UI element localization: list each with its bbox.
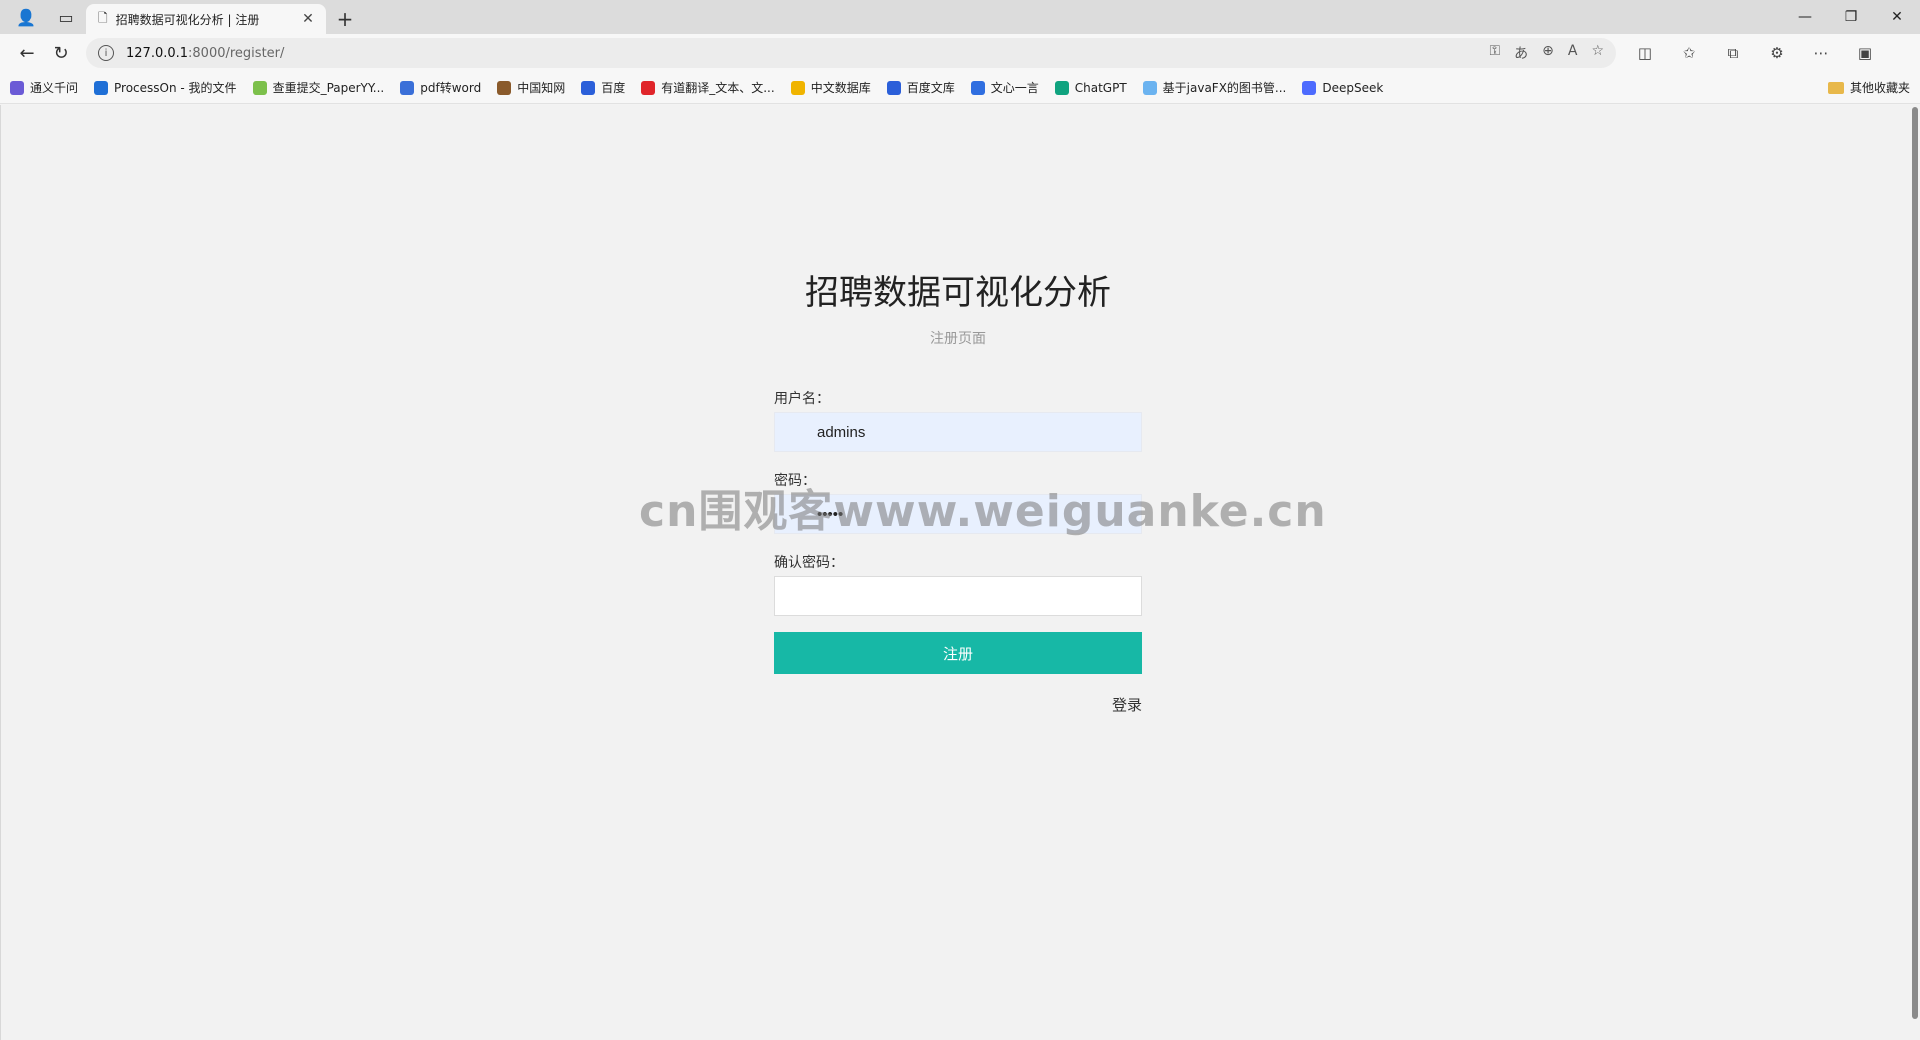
bookmark-item[interactable]: 中文数据库 <box>790 79 871 96</box>
bookmark-item[interactable]: ChatGPT <box>1054 80 1127 95</box>
profile-icon[interactable]: 👤 <box>10 3 42 31</box>
bookmarks-bar: 通义千问 ProcessOn - 我的文件 查重提交_PaperYY... pdf转w… <box>0 72 1920 104</box>
tab-register[interactable]: 🗋 招聘数据可视化分析 | 注册 ✕ <box>86 4 326 34</box>
page-subtitle: 注册页面 <box>930 331 986 347</box>
bookmark-item[interactable]: DeepSeek <box>1302 80 1384 95</box>
bookmark-favicon-icon <box>10 80 24 95</box>
page-icon: 🗋 <box>98 10 108 25</box>
bookmark-label: 中文数据库 <box>810 81 871 95</box>
tab-title: 招聘数据可视化分析 | 注册 <box>115 12 260 27</box>
username-label: 用户名： <box>774 391 830 407</box>
browser-toolbar: ← ↻ i 127.0.0.1 :8000/register/ ⚿ あ ⊕ A … <box>0 34 1920 72</box>
site-info-icon[interactable]: i <box>98 45 114 61</box>
password-input[interactable] <box>774 494 1142 534</box>
bookmark-favicon-icon <box>400 80 415 95</box>
confirm-password-input[interactable] <box>774 576 1142 616</box>
bookmark-favicon-icon <box>886 80 901 95</box>
reload-button[interactable]: ↻ <box>44 38 78 68</box>
close-tab-icon[interactable]: ✕ <box>298 11 318 27</box>
back-button[interactable]: ← <box>10 38 44 68</box>
bookmark-favicon-icon <box>252 80 267 95</box>
register-form: 招聘数据可视化分析 注册页面 用户名： 密码： 确认密码： 注册 登录 <box>774 265 1142 715</box>
url-path: :8000/register/ <box>188 45 285 61</box>
bookmark-favicon-icon <box>641 80 656 95</box>
bookmark-label: ProcessOn - 我的文件 <box>114 81 237 95</box>
bookmark-label: 有道翻译_文本、文... <box>661 81 775 95</box>
tab-strip: 👤 ▭ 🗋 招聘数据可视化分析 | 注册 ✕ + — ❐ ✕ <box>0 0 1920 34</box>
page-title: 招聘数据可视化分析 <box>805 273 1111 313</box>
zoom-icon[interactable]: ⊕ <box>1542 43 1554 63</box>
page-viewport: 招聘数据可视化分析 注册页面 用户名： 密码： 确认密码： 注册 登录 cn围观… <box>0 105 1920 1040</box>
username-input[interactable] <box>774 412 1142 452</box>
read-aloud-icon[interactable]: A <box>1568 43 1578 63</box>
confirm-password-label: 确认密码： <box>774 555 844 571</box>
bookmark-label: 文心一言 <box>990 81 1039 95</box>
bookmark-item[interactable]: 查重提交_PaperYY... <box>252 79 385 96</box>
url-host: 127.0.0.1 <box>126 45 189 61</box>
bookmark-item[interactable]: pdf转word <box>400 79 481 96</box>
bookmark-item[interactable]: 中国知网 <box>497 79 565 96</box>
bookmark-favicon-icon <box>970 80 985 95</box>
bookmark-label: 百度文库 <box>906 81 955 95</box>
collections-icon[interactable]: ⧉ <box>1716 44 1750 62</box>
extensions-icon[interactable]: ⚙ <box>1760 44 1794 62</box>
bookmark-label: ChatGPT <box>1074 80 1127 95</box>
bookmark-label: 中国知网 <box>517 81 566 95</box>
bookmark-item[interactable]: ProcessOn - 我的文件 <box>94 79 237 96</box>
bookmark-label: 基于javaFX的图书管... <box>1162 81 1287 95</box>
bookmark-favicon-icon <box>94 80 109 95</box>
bookmark-item[interactable]: 基于javaFX的图书管... <box>1142 79 1287 96</box>
more-menu-icon[interactable]: ⋯ <box>1804 44 1838 62</box>
bookmark-label: 通义千问 <box>30 81 79 95</box>
folder-icon <box>1827 81 1844 94</box>
bookmark-favicon-icon <box>581 80 596 95</box>
bookmark-favicon-icon <box>1054 80 1069 95</box>
restore-button[interactable]: ❐ <box>1828 0 1874 34</box>
bookmark-label: pdf转word <box>420 81 482 95</box>
folder-label: 其他收藏夹 <box>1849 81 1910 95</box>
bookmark-favicon-icon <box>1302 80 1317 95</box>
bookmark-item[interactable]: 百度 <box>581 79 625 96</box>
close-window-button[interactable]: ✕ <box>1874 0 1920 34</box>
favorite-star-icon[interactable]: ☆ <box>1591 43 1604 63</box>
bookmark-item[interactable]: 文心一言 <box>970 79 1039 96</box>
translate-icon[interactable]: あ <box>1514 43 1528 63</box>
bookmark-label: 百度 <box>601 81 626 95</box>
bookmark-item[interactable]: 百度文库 <box>886 79 955 96</box>
bookmark-label: DeepSeek <box>1322 80 1384 95</box>
address-bar[interactable]: i 127.0.0.1 :8000/register/ ⚿ あ ⊕ A ☆ <box>86 38 1616 68</box>
minimize-button[interactable]: — <box>1782 0 1828 34</box>
tab-actions-icon[interactable]: ▭ <box>50 3 82 31</box>
bookmark-favicon-icon <box>497 80 512 95</box>
bookmark-favicon-icon <box>1142 80 1157 95</box>
split-screen-icon[interactable]: ◫ <box>1628 44 1662 62</box>
favorites-icon[interactable]: ✩ <box>1672 44 1706 62</box>
other-favorites-folder[interactable]: 其他收藏夹 <box>1827 79 1910 96</box>
new-tab-button[interactable]: + <box>330 4 360 34</box>
bookmark-item[interactable]: 有道翻译_文本、文... <box>641 79 775 96</box>
bookmark-favicon-icon <box>790 80 805 95</box>
page-scrollbar[interactable] <box>1912 107 1918 1019</box>
bookmark-label: 查重提交_PaperYY... <box>272 81 385 95</box>
bookmark-item[interactable]: 通义千问 <box>10 79 78 96</box>
login-link[interactable]: 登录 <box>774 694 1142 715</box>
register-button[interactable]: 注册 <box>774 632 1142 674</box>
key-icon[interactable]: ⚿ <box>1489 43 1500 63</box>
password-label: 密码： <box>774 473 816 489</box>
sidebar-icon[interactable]: ▣ <box>1848 44 1882 62</box>
